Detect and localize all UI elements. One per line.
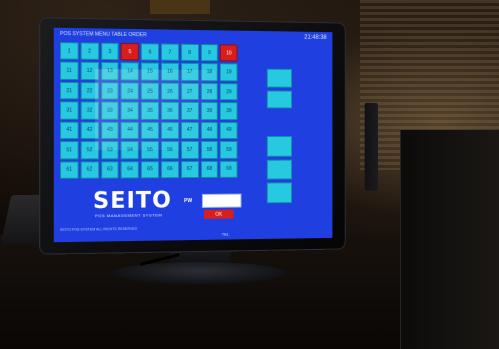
wooden-frame <box>150 0 210 14</box>
side-lower-button-2[interactable] <box>266 159 293 180</box>
table-button[interactable]: 21 <box>60 81 79 100</box>
table-button <box>239 83 258 101</box>
table-button[interactable]: 61 <box>60 160 79 179</box>
table-button <box>239 121 258 140</box>
screen-glare <box>95 68 216 151</box>
table-button[interactable]: 2 <box>80 42 99 61</box>
table-button[interactable]: 3 <box>100 42 119 61</box>
table-button[interactable]: 62 <box>80 160 99 179</box>
table-button[interactable]: 66 <box>160 160 179 179</box>
table-button[interactable]: 67 <box>180 160 199 179</box>
status-topbar: POS SYSTEM MENU TABLE ORDER 21:48:38 <box>54 28 333 44</box>
table-button <box>239 102 258 120</box>
side-button-group-lower <box>266 136 293 204</box>
table-button[interactable]: 41 <box>60 121 79 140</box>
table-button[interactable]: 65 <box>141 160 159 179</box>
vendor-text: TEL <box>221 231 229 237</box>
table-button[interactable]: 69 <box>220 160 238 178</box>
table-button[interactable]: 39 <box>220 102 238 120</box>
table-button[interactable]: 19 <box>220 63 238 82</box>
table-button[interactable]: 5 <box>120 42 140 61</box>
table-button[interactable]: 1 <box>60 42 79 61</box>
table-button[interactable]: 63 <box>100 160 119 179</box>
table-button[interactable]: 68 <box>200 160 219 178</box>
table-button[interactable]: 51 <box>60 141 79 160</box>
side-button-1[interactable] <box>266 68 293 88</box>
monitor-stand-base <box>112 262 287 284</box>
monitor-side-panel <box>364 102 378 191</box>
table-button[interactable]: 59 <box>220 141 238 159</box>
table-button[interactable]: 64 <box>120 160 140 179</box>
table-button[interactable]: 29 <box>220 83 238 101</box>
table-button <box>239 63 258 82</box>
pos-screen: POS SYSTEM MENU TABLE ORDER 21:48:38 123… <box>53 27 333 243</box>
table-button[interactable]: 6 <box>141 43 159 62</box>
table-button <box>239 160 258 178</box>
cabinet <box>400 130 499 349</box>
ok-button[interactable]: OK <box>203 209 234 219</box>
table-button[interactable]: 31 <box>60 101 79 120</box>
clock: 21:48:38 <box>304 34 327 41</box>
side-lower-button-1[interactable] <box>266 136 293 157</box>
table-button[interactable]: 8 <box>180 43 199 62</box>
footer-status: SEITO POS SYSTEM ALL RIGHTS RESERVED TEL <box>60 224 327 237</box>
password-label: PW <box>184 198 193 205</box>
side-lower-button-3[interactable] <box>266 182 293 204</box>
brand-logo: SEITO <box>92 188 172 215</box>
password-input[interactable] <box>201 193 242 208</box>
table-button <box>239 44 258 63</box>
table-button[interactable]: 11 <box>60 61 79 80</box>
table-button[interactable]: 10 <box>220 44 238 62</box>
side-button-group-upper <box>266 68 293 109</box>
table-button[interactable]: 7 <box>160 43 179 62</box>
photo-scene: POS SYSTEM MENU TABLE ORDER 21:48:38 123… <box>0 0 499 349</box>
table-button <box>239 141 258 159</box>
monitor-bezel: POS SYSTEM MENU TABLE ORDER 21:48:38 123… <box>39 17 378 255</box>
side-button-2[interactable] <box>266 89 293 109</box>
brand-tagline: POS MANAGEMENT SYSTEM <box>95 212 163 219</box>
footer-text: SEITO POS SYSTEM ALL RIGHTS RESERVED <box>60 226 138 232</box>
table-button[interactable]: 49 <box>220 121 238 140</box>
topbar-menu: POS SYSTEM MENU TABLE ORDER <box>60 30 147 39</box>
table-button[interactable]: 9 <box>200 44 219 62</box>
